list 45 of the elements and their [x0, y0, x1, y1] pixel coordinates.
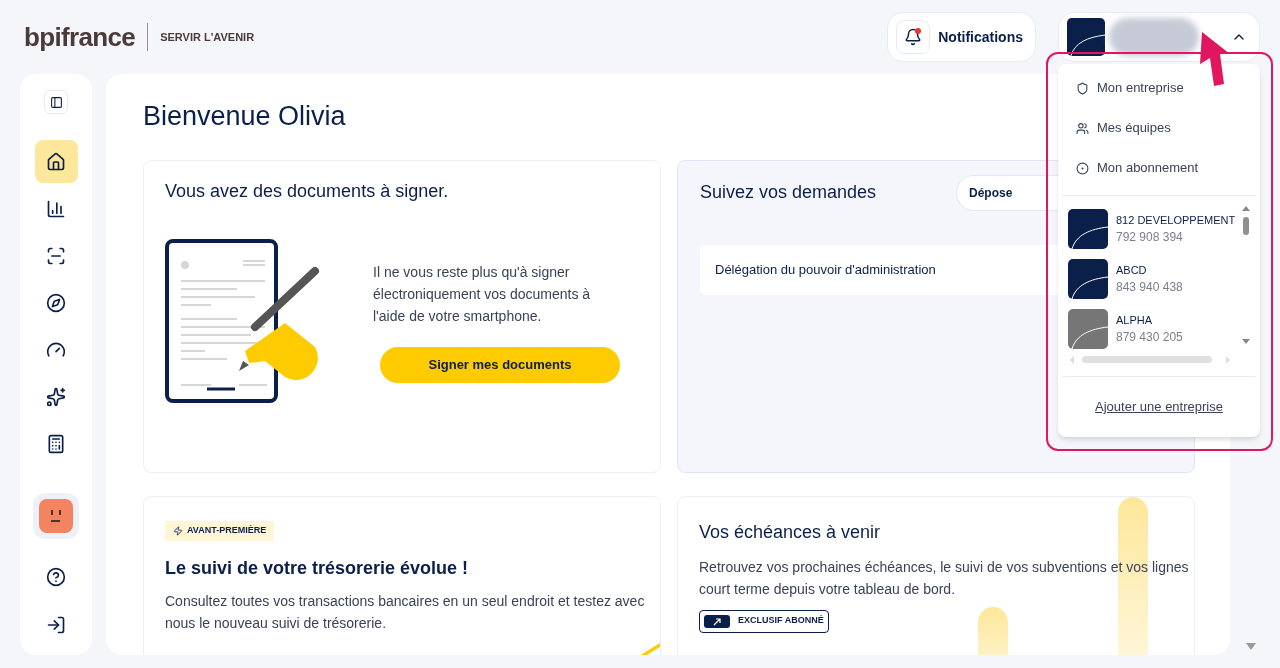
brand-tagline: SERVIR L'AVENIR — [160, 29, 255, 45]
company-name: ABCD — [1116, 263, 1148, 278]
notifications-button[interactable]: Notifications — [887, 12, 1036, 62]
scan-icon — [46, 245, 66, 266]
bar-chart-icon — [46, 198, 66, 219]
card-title: Le suivi de votre trésorerie évolue ! — [165, 556, 470, 580]
add-company-link[interactable]: Ajouter une entreprise — [1095, 397, 1223, 417]
sparkles-icon — [46, 386, 66, 407]
users-icon — [1076, 121, 1089, 135]
logout-icon[interactable] — [46, 615, 66, 635]
company-name: ALPHA — [1116, 313, 1154, 328]
lightning-icon — [173, 525, 183, 536]
sign-documents-button[interactable]: Signer mes documents — [380, 346, 620, 383]
card-text: Retrouvez vos prochaines échéances, le suivi de vos subventions et vos lignes court terme depuis votre tableau de bord. — [699, 557, 1190, 599]
company-name: 812 DEVELOPPEMENT — [1116, 213, 1236, 228]
menu-item[interactable]: Mon abonnement — [1058, 148, 1260, 188]
nav-item[interactable] — [34, 140, 78, 183]
shield-icon — [1076, 81, 1089, 95]
company-logo — [1067, 18, 1105, 56]
card-title: Vous avez des documents à signer. — [165, 179, 450, 203]
company-number: 792 908 394 — [1116, 229, 1184, 246]
scroll-down-arrow-icon[interactable] — [1246, 643, 1256, 650]
calculator-icon — [46, 433, 66, 454]
card-text: Consultez toutes vos transactions bancaires en un seul endroit et testez avec nous le nouveau suivi de trésorerie. — [165, 591, 646, 633]
company-item[interactable]: ALPHA 879 430 205 — [1068, 309, 1260, 349]
collapse-button[interactable] — [44, 90, 68, 114]
compass-icon — [46, 292, 66, 313]
menu-item[interactable]: Mes équipes — [1058, 108, 1260, 148]
welcome-heading: Bienvenue Olivia — [143, 100, 346, 133]
avatar-button[interactable] — [33, 493, 79, 539]
subscriber-badge: EXCLUSIF ABONNÉ — [699, 609, 829, 633]
bell-icon — [904, 28, 923, 46]
card-text: Il ne vous reste plus qu'à signer électroniquement vos documents à l'aide de votre smartphone. — [373, 262, 592, 326]
home-icon — [46, 151, 66, 172]
card-title: Suivez vos demandes — [700, 181, 877, 204]
menu-item[interactable]: Mon entreprise — [1058, 68, 1260, 108]
target-icon — [1076, 161, 1089, 175]
preview-badge: AVANT-PREMIÈRE — [165, 520, 275, 541]
card-title: Vos échéances à venir — [699, 520, 882, 544]
panel-icon — [49, 95, 63, 109]
company-number: 879 430 205 — [1116, 329, 1183, 346]
avatar-face-icon — [39, 499, 73, 533]
help-icon[interactable] — [46, 567, 66, 587]
brand-logo: bpifrance — [24, 20, 136, 54]
account-button[interactable] — [1058, 12, 1260, 62]
